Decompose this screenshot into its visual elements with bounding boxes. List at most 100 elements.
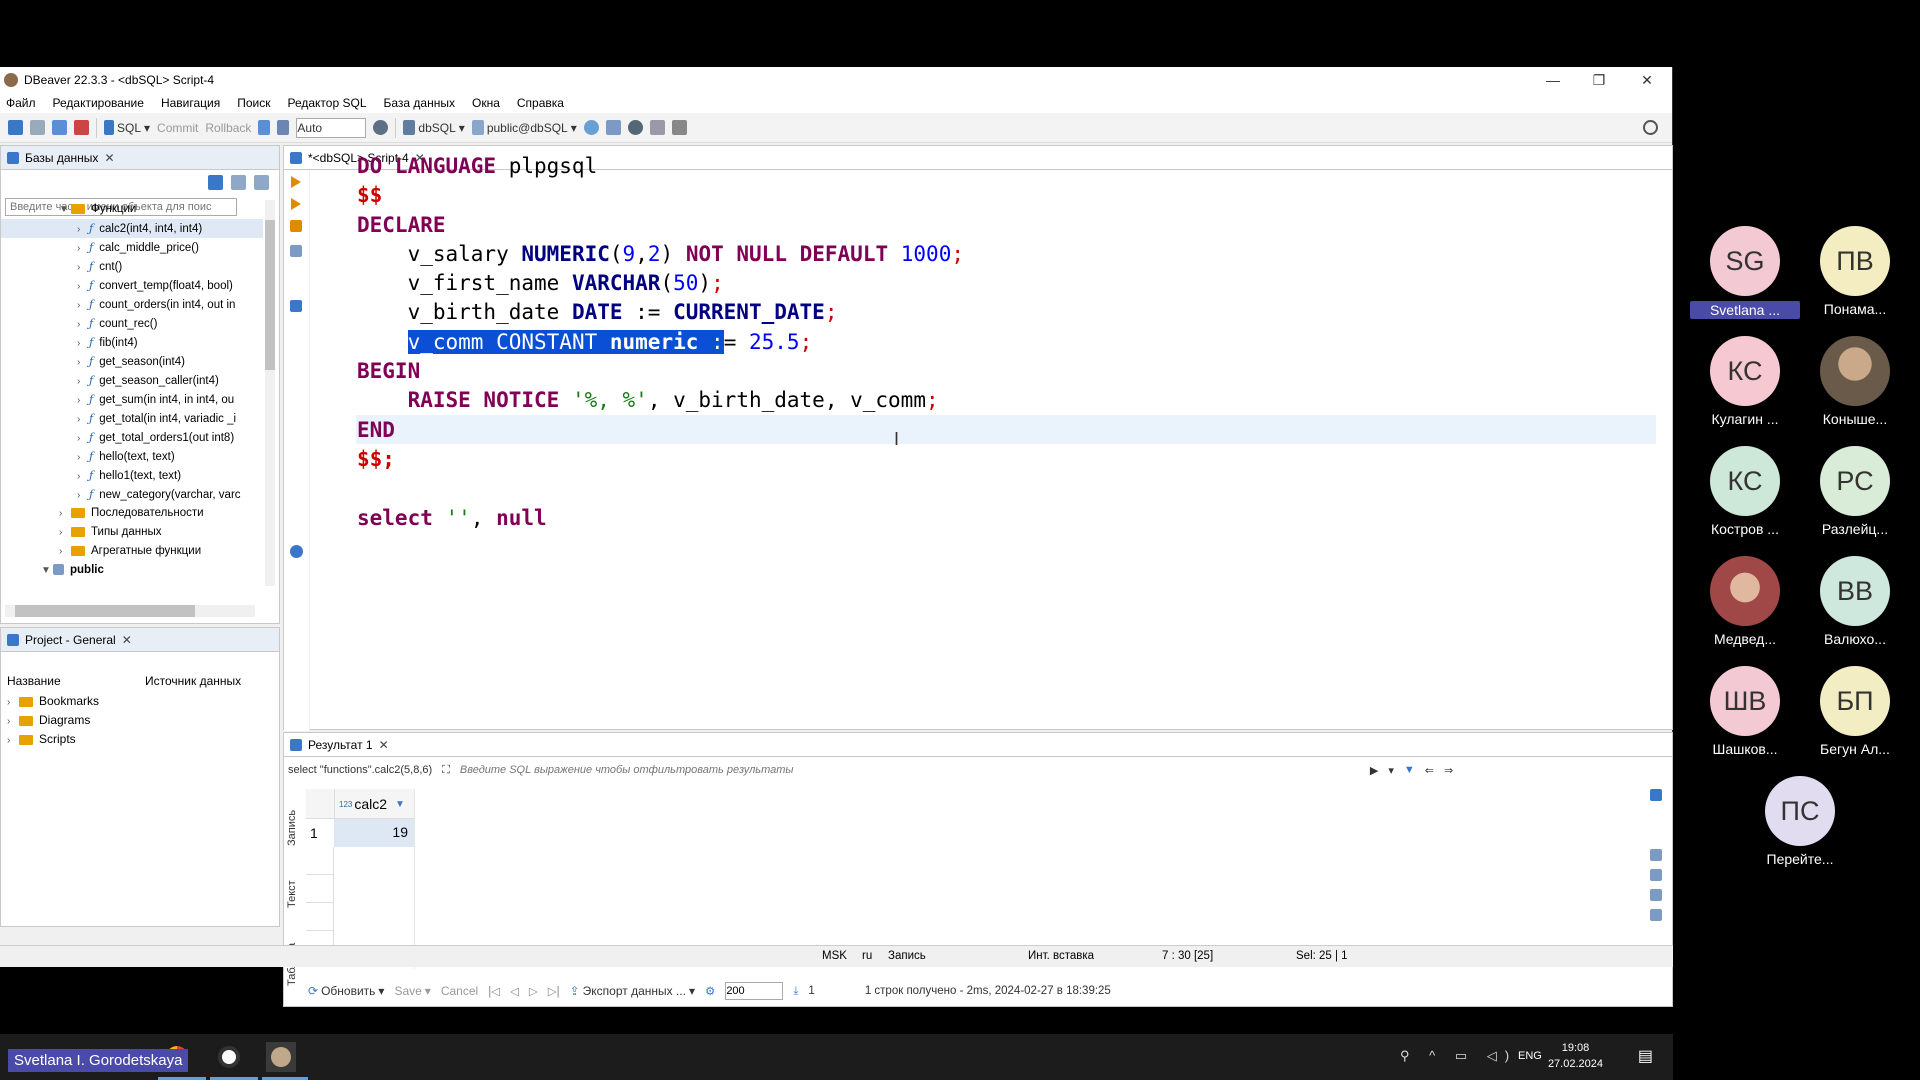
- chevron-right-icon[interactable]: ›: [59, 523, 71, 542]
- table-row[interactable]: 1 19: [306, 819, 414, 847]
- chevron-right-icon[interactable]: ›: [77, 429, 89, 447]
- tree-item-function[interactable]: › ƒ get_total(in int4, variadic _i: [1, 409, 263, 428]
- navigator-vertical-scrollbar[interactable]: [265, 200, 275, 586]
- tree-item-function[interactable]: › ƒ calc2(int4, int4, int4): [1, 219, 263, 238]
- apply-filter-icon[interactable]: ▶: [1370, 764, 1378, 777]
- close-icon[interactable]: ✕: [122, 633, 132, 647]
- participant-tile[interactable]: КС Кулагин ...: [1690, 336, 1800, 427]
- menu-navigate[interactable]: Навигация: [161, 96, 220, 110]
- filter-icon[interactable]: ▼: [1404, 764, 1415, 776]
- tree-item-function[interactable]: › ƒ hello1(text, text): [1, 466, 263, 485]
- close-button[interactable]: ✕: [1624, 67, 1670, 93]
- refresh-connection-icon[interactable]: [52, 120, 67, 135]
- restore-button[interactable]: ❐: [1576, 67, 1622, 93]
- tree-item-function[interactable]: › ƒ get_season_caller(int4): [1, 371, 263, 390]
- tree-item-function[interactable]: › ƒ calc_middle_price(): [1, 238, 263, 257]
- tray-icons[interactable]: ⚲ ^ ▭ ◁): [1400, 1048, 1517, 1064]
- project-tab[interactable]: Project - General ✕: [1, 628, 279, 652]
- dbeaver-taskbar-icon[interactable]: [266, 1042, 296, 1072]
- close-icon[interactable]: ✕: [104, 151, 114, 165]
- print-icon[interactable]: [605, 120, 621, 135]
- expand-icon[interactable]: ⛶: [442, 764, 450, 777]
- refresh-button[interactable]: ⟳ Обновить ▾: [308, 984, 384, 998]
- console-icon[interactable]: [290, 300, 302, 312]
- chevron-right-icon[interactable]: ›: [59, 542, 71, 561]
- first-page-icon[interactable]: |◁: [488, 984, 500, 998]
- side-tab-text[interactable]: Текст: [286, 881, 302, 909]
- project-item-bookmarks[interactable]: › Bookmarks: [1, 692, 279, 711]
- tree-item-function[interactable]: › ƒ get_season(int4): [1, 352, 263, 371]
- schema-selector[interactable]: public@dbSQL ▾: [471, 120, 577, 135]
- close-icon[interactable]: ✕: [379, 738, 389, 752]
- scrollbar-thumb[interactable]: [265, 220, 275, 370]
- tree-item-function[interactable]: › ƒ count_rec(): [1, 314, 263, 333]
- participant-tile[interactable]: ПС Перейте...: [1745, 776, 1855, 867]
- tree-item-function[interactable]: › ƒ count_orders(in int4, out in: [1, 295, 263, 314]
- lock-icon[interactable]: [277, 120, 290, 135]
- back-icon[interactable]: ⇐: [1425, 764, 1434, 777]
- participant-tile[interactable]: Медвед...: [1690, 556, 1800, 647]
- explain-icon[interactable]: [583, 120, 599, 135]
- tree-item-function[interactable]: › ƒ new_category(varchar, varc: [1, 485, 263, 504]
- navigator-horizontal-scrollbar[interactable]: [5, 605, 255, 617]
- export-button[interactable]: ⇪ Экспорт данных ... ▾: [570, 984, 695, 998]
- chevron-right-icon[interactable]: ›: [77, 277, 89, 295]
- layout-icon[interactable]: [649, 120, 665, 135]
- results-tab[interactable]: Результат 1 ✕: [284, 733, 1672, 757]
- gear-icon[interactable]: ⚙: [705, 984, 715, 998]
- rollback-button[interactable]: Rollback: [205, 121, 251, 135]
- new-connection-icon[interactable]: [8, 120, 23, 135]
- minimize-button[interactable]: —: [1530, 67, 1576, 93]
- chevron-right-icon[interactable]: ›: [77, 467, 89, 485]
- chevron-down-icon[interactable]: ▼: [59, 200, 71, 219]
- participant-tile[interactable]: ШВ Шашков...: [1690, 666, 1800, 757]
- chevron-right-icon[interactable]: ›: [77, 239, 89, 257]
- fetch-size-input[interactable]: [725, 982, 784, 1000]
- participant-tile[interactable]: РС Разлейц...: [1800, 446, 1910, 537]
- chevron-down-icon[interactable]: ▼: [395, 799, 405, 810]
- value-viewer-icon[interactable]: [1650, 849, 1662, 861]
- chevron-right-icon[interactable]: ›: [77, 334, 89, 352]
- participant-tile[interactable]: БП Бегун Ал...: [1800, 666, 1910, 757]
- chevron-right-icon[interactable]: ›: [7, 693, 19, 711]
- settings-icon[interactable]: [290, 545, 303, 558]
- commit-button[interactable]: Commit: [157, 121, 198, 135]
- input-language[interactable]: ENG: [1518, 1050, 1542, 1062]
- forward-icon[interactable]: ⇒: [1444, 764, 1453, 777]
- fetch-all-icon[interactable]: ⤓: [793, 985, 798, 998]
- execute-script-icon[interactable]: [291, 198, 301, 210]
- app-icon[interactable]: [214, 1042, 244, 1072]
- save-button[interactable]: Save ▾: [394, 984, 430, 998]
- project-item-scripts[interactable]: › Scripts: [1, 730, 279, 749]
- project-item-diagrams[interactable]: › Diagrams: [1, 711, 279, 730]
- tree-folder-sequences[interactable]: › Последовательности: [1, 504, 263, 523]
- collapse-all-icon[interactable]: [231, 174, 246, 190]
- sql-code[interactable]: DO LANGUAGE plpgsql $$ DECLARE v_salary …: [357, 152, 964, 533]
- zoom-icon[interactable]: [627, 120, 643, 135]
- chevron-right-icon[interactable]: ›: [77, 220, 89, 238]
- sql-editor-button[interactable]: SQL ▾: [104, 120, 150, 135]
- cell-value[interactable]: 19: [334, 819, 414, 847]
- history-icon[interactable]: [373, 120, 389, 135]
- disconnect-icon[interactable]: [74, 120, 89, 135]
- participant-tile[interactable]: SG Svetlana ...: [1690, 226, 1800, 319]
- tree-schema-public[interactable]: ▼ public: [1, 561, 263, 580]
- column-name[interactable]: Название: [7, 674, 145, 688]
- side-tab-record[interactable]: Запись: [286, 810, 302, 846]
- chevron-right-icon[interactable]: ›: [77, 372, 89, 390]
- connect-icon[interactable]: [30, 120, 45, 135]
- chevron-right-icon[interactable]: ›: [7, 731, 19, 749]
- menu-search[interactable]: Поиск: [237, 96, 270, 110]
- column-source[interactable]: Источник данных: [145, 674, 241, 688]
- link-editor-icon[interactable]: [254, 174, 269, 190]
- explain-plan-icon[interactable]: [290, 220, 302, 232]
- tree-item-function[interactable]: › ƒ hello(text, text): [1, 447, 263, 466]
- grouping-icon[interactable]: [1650, 889, 1662, 901]
- cancel-button[interactable]: Cancel: [441, 984, 478, 998]
- participant-tile[interactable]: КС Костров ...: [1690, 446, 1800, 537]
- results-filter-input[interactable]: [459, 764, 1360, 776]
- search-icon[interactable]: [1643, 120, 1658, 135]
- chevron-right-icon[interactable]: ›: [77, 315, 89, 333]
- menu-windows[interactable]: Окна: [472, 96, 500, 110]
- datasource-selector[interactable]: dbSQL ▾: [403, 120, 465, 135]
